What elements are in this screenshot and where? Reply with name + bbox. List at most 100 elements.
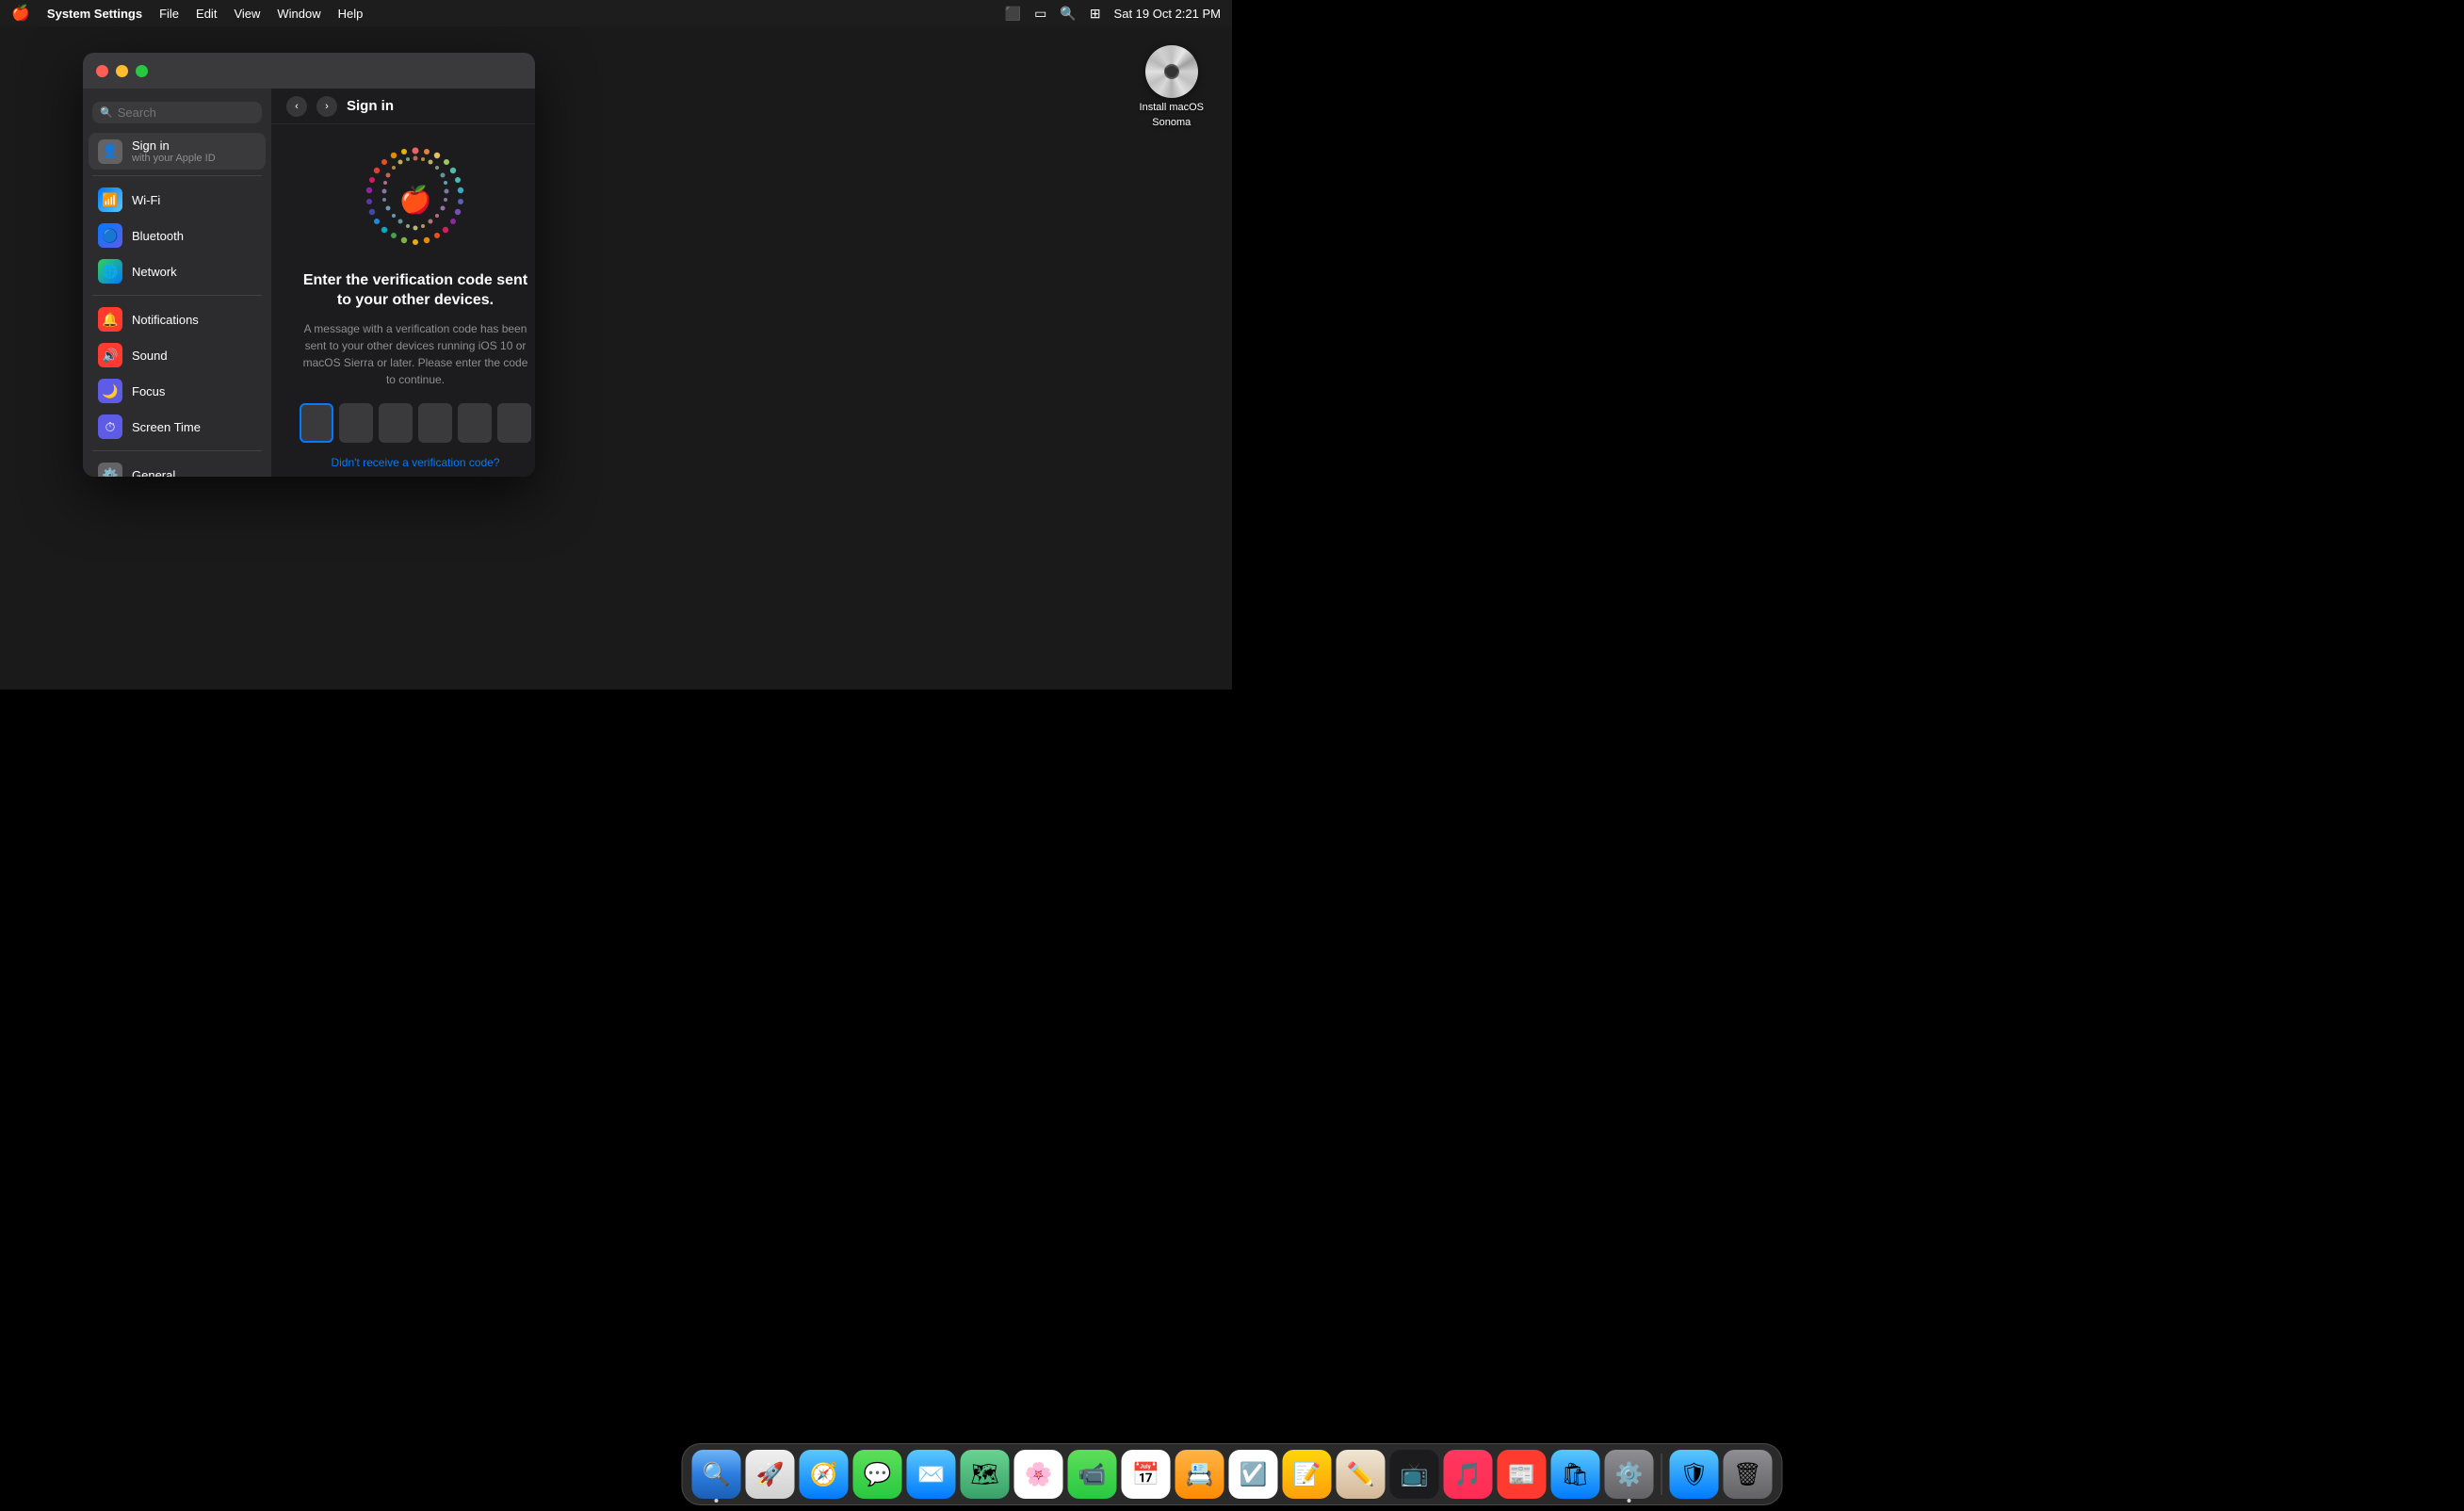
forward-button[interactable]: › — [316, 96, 337, 117]
freeform-icon: ✏️ — [1347, 1461, 1375, 1488]
dock-app-finder[interactable]: 🔍 — [692, 1450, 741, 1499]
resend-link[interactable]: Didn't receive a verification code? — [331, 456, 499, 469]
menu-view[interactable]: View — [234, 7, 260, 21]
network-label: Network — [132, 265, 177, 279]
code-box-1[interactable] — [339, 403, 373, 443]
desktop: DVD Install macOS Sonoma 🔍 — [0, 26, 1232, 690]
dock-app-appletv[interactable]: 📺 — [1390, 1450, 1439, 1499]
dock-app-photos[interactable]: 🌸 — [1014, 1450, 1063, 1499]
dock-app-maps[interactable]: 🗺 — [961, 1450, 1010, 1499]
dock: 🔍 🚀 🧭 💬 ✉️ 🗺 🌸 📹 📅 📇 ☑️ 📝 ✏️ 📺 🎵 — [682, 1443, 1783, 1505]
dock-app-trash[interactable]: 🗑 — [1724, 1450, 1773, 1499]
screentime-icon: ⏱ — [98, 414, 122, 439]
sidebar-item-sound[interactable]: 🔊 Sound — [89, 337, 266, 373]
signin-label: Sign in — [132, 138, 216, 153]
launchpad-icon: 🚀 — [756, 1461, 785, 1488]
contacts-icon: 📇 — [1186, 1461, 1214, 1488]
maximize-button[interactable] — [136, 65, 148, 77]
code-box-5[interactable] — [497, 403, 531, 443]
dock-app-launchpad[interactable]: 🚀 — [746, 1450, 795, 1499]
datetime: Sat 19 Oct 2:21 PM — [1114, 7, 1221, 21]
apple-menu[interactable]: 🍎 — [11, 4, 30, 23]
dock-app-freeform[interactable]: ✏️ — [1337, 1450, 1386, 1499]
photos-icon: 🌸 — [1025, 1461, 1053, 1488]
dock-app-contacts[interactable]: 📇 — [1175, 1450, 1224, 1499]
verification-title: Enter the verification code sent to your… — [300, 271, 531, 311]
sidebar-item-wifi[interactable]: 📶 Wi-Fi — [89, 182, 266, 218]
airplay-icon[interactable]: ▭ — [1034, 6, 1046, 22]
sidebar-item-bluetooth[interactable]: 🔵 Bluetooth — [89, 218, 266, 253]
search-input[interactable] — [118, 106, 254, 120]
code-boxes — [300, 403, 531, 443]
focus-icon: 🌙 — [98, 379, 122, 403]
wifi-icon: 📶 — [98, 187, 122, 212]
sidebar-item-network[interactable]: 🌐 Network — [89, 253, 266, 289]
signin-sublabel: with your Apple ID — [132, 153, 216, 164]
dvd-icon[interactable]: DVD Install macOS Sonoma — [1140, 45, 1204, 128]
control-center-icon[interactable]: ⊞ — [1090, 6, 1101, 22]
signin-content: 🍎 Enter the verification code sent to yo… — [271, 124, 535, 477]
window-body: 🔍 👤 Sign in with your Apple ID 📶 Wi-Fi — [83, 89, 535, 477]
menu-window[interactable]: Window — [277, 7, 320, 21]
notifications-label: Notifications — [132, 313, 199, 327]
network-icon: 🌐 — [98, 259, 122, 284]
sidebar-item-general[interactable]: ⚙️ General — [89, 457, 266, 477]
settings-window: 🔍 👤 Sign in with your Apple ID 📶 Wi-Fi — [83, 53, 535, 477]
code-box-0[interactable] — [300, 403, 333, 443]
sidebar-signin-labels: Sign in with your Apple ID — [132, 138, 216, 164]
dock-app-safari[interactable]: 🧭 — [800, 1450, 849, 1499]
menu-file[interactable]: File — [159, 7, 179, 21]
dvd-title-line1: Install macOS — [1140, 102, 1204, 113]
apple-ring-container: 🍎 — [359, 143, 472, 256]
dock-app-news[interactable]: 📰 — [1498, 1450, 1547, 1499]
dvd-title-line2: Sonoma — [1152, 117, 1191, 128]
dock-app-messages[interactable]: 💬 — [853, 1450, 902, 1499]
messages-icon: 💬 — [864, 1461, 892, 1488]
dock-app-adguard[interactable]: 🛡 — [1670, 1450, 1719, 1499]
sysset-running-dot — [1628, 1499, 1631, 1503]
adguard-icon: 🛡 — [1679, 1461, 1708, 1488]
apple-logo: 🍎 — [399, 185, 432, 216]
search-icon: 🔍 — [100, 106, 113, 119]
search-menu-icon[interactable]: 🔍 — [1060, 6, 1076, 22]
back-button[interactable]: ‹ — [286, 96, 307, 117]
appletv-icon: 📺 — [1401, 1461, 1429, 1488]
menu-help[interactable]: Help — [338, 7, 364, 21]
calendar-icon: 📅 — [1132, 1461, 1160, 1488]
dvd-disc-label: DVD — [1164, 69, 1178, 75]
sidebar: 🔍 👤 Sign in with your Apple ID 📶 Wi-Fi — [83, 89, 271, 477]
app-name[interactable]: System Settings — [47, 7, 142, 21]
dock-app-music[interactable]: 🎵 — [1444, 1450, 1493, 1499]
screen-record-icon[interactable]: ⬛ — [1005, 6, 1021, 22]
sidebar-item-notifications[interactable]: 🔔 Notifications — [89, 301, 266, 337]
code-box-3[interactable] — [418, 403, 452, 443]
sidebar-divider-2 — [92, 295, 262, 296]
appstore-icon: 🛍 — [1561, 1461, 1589, 1488]
code-box-2[interactable] — [379, 403, 413, 443]
minimize-button[interactable] — [116, 65, 128, 77]
sidebar-item-screentime[interactable]: ⏱ Screen Time — [89, 409, 266, 445]
dock-app-mail[interactable]: ✉️ — [907, 1450, 956, 1499]
dock-app-appstore[interactable]: 🛍 — [1551, 1450, 1600, 1499]
menubar: 🍎 System Settings File Edit View Window … — [0, 0, 1232, 26]
menu-edit[interactable]: Edit — [196, 7, 217, 21]
dock-app-facetime[interactable]: 📹 — [1068, 1450, 1117, 1499]
finder-icon: 🔍 — [703, 1461, 731, 1488]
dock-app-calendar[interactable]: 📅 — [1122, 1450, 1171, 1499]
focus-label: Focus — [132, 384, 165, 398]
dock-app-notes[interactable]: 📝 — [1283, 1450, 1332, 1499]
search-box[interactable]: 🔍 — [92, 102, 262, 123]
dock-app-reminders[interactable]: ☑️ — [1229, 1450, 1278, 1499]
bluetooth-label: Bluetooth — [132, 229, 184, 243]
sound-icon: 🔊 — [98, 343, 122, 367]
search-container: 🔍 — [83, 96, 271, 133]
verification-subtitle: A message with a verification code has b… — [300, 320, 531, 388]
general-icon: ⚙️ — [98, 463, 122, 477]
sidebar-item-signin[interactable]: 👤 Sign in with your Apple ID — [89, 133, 266, 170]
code-box-4[interactable] — [458, 403, 492, 443]
close-button[interactable] — [96, 65, 108, 77]
sidebar-item-focus[interactable]: 🌙 Focus — [89, 373, 266, 409]
general-label: General — [132, 468, 175, 478]
user-icon: 👤 — [98, 139, 122, 164]
dock-app-sysset[interactable]: ⚙️ — [1605, 1450, 1654, 1499]
